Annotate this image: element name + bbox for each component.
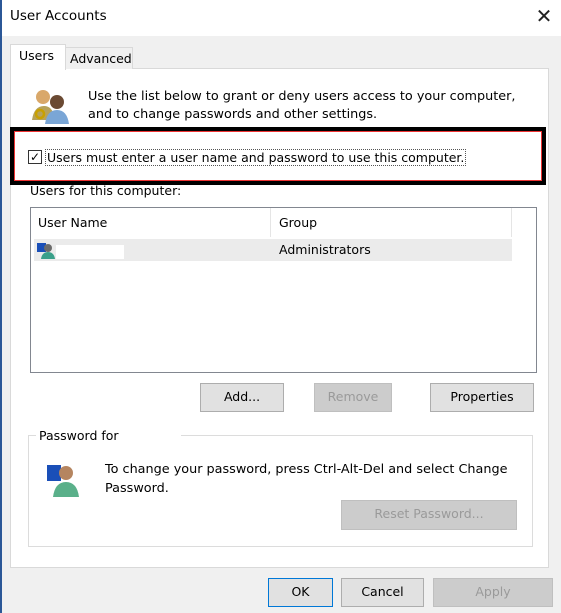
ok-button[interactable]: OK	[268, 578, 333, 607]
password-line-2: Password.	[105, 481, 169, 496]
remove-button[interactable]: Remove	[314, 383, 392, 412]
intro-line-2: and to change passwords and other settin…	[88, 107, 378, 122]
intro-text: Use the list below to grant or deny user…	[88, 88, 515, 124]
require-login-label[interactable]: Users must enter a user name and passwor…	[45, 149, 467, 166]
window-title: User Accounts	[10, 8, 107, 24]
column-header-user-name[interactable]: User Name	[38, 215, 107, 230]
column-header-group[interactable]: Group	[279, 215, 317, 230]
tab-advanced[interactable]: Advanced	[65, 47, 133, 69]
user-icon	[37, 243, 55, 259]
column-divider[interactable]	[270, 208, 271, 237]
user-password-icon	[47, 465, 79, 497]
window-edge	[0, 0, 2, 613]
password-instructions: To change your password, press Ctrl-Alt-…	[105, 460, 507, 498]
apply-button[interactable]: Apply	[433, 578, 553, 607]
users-list-label: Users for this computer:	[30, 183, 182, 198]
cancel-button[interactable]: Cancel	[341, 578, 424, 607]
user-name-cell	[56, 245, 124, 259]
users-icon	[32, 90, 69, 124]
require-login-checkbox[interactable]: ✓	[28, 150, 42, 164]
close-icon[interactable]: ✕	[532, 4, 556, 28]
password-group-legend: Password for	[36, 428, 181, 444]
password-line-1: To change your password, press Ctrl-Alt-…	[105, 462, 508, 477]
add-button[interactable]: Add...	[200, 383, 284, 412]
properties-button[interactable]: Properties	[430, 383, 534, 412]
tab-users[interactable]: Users	[10, 44, 66, 70]
intro-line-1: Use the list below to grant or deny user…	[88, 89, 516, 104]
column-divider[interactable]	[511, 208, 512, 237]
users-list[interactable]	[30, 207, 537, 373]
reset-password-button[interactable]: Reset Password...	[341, 500, 517, 530]
group-cell: Administrators	[279, 242, 371, 257]
